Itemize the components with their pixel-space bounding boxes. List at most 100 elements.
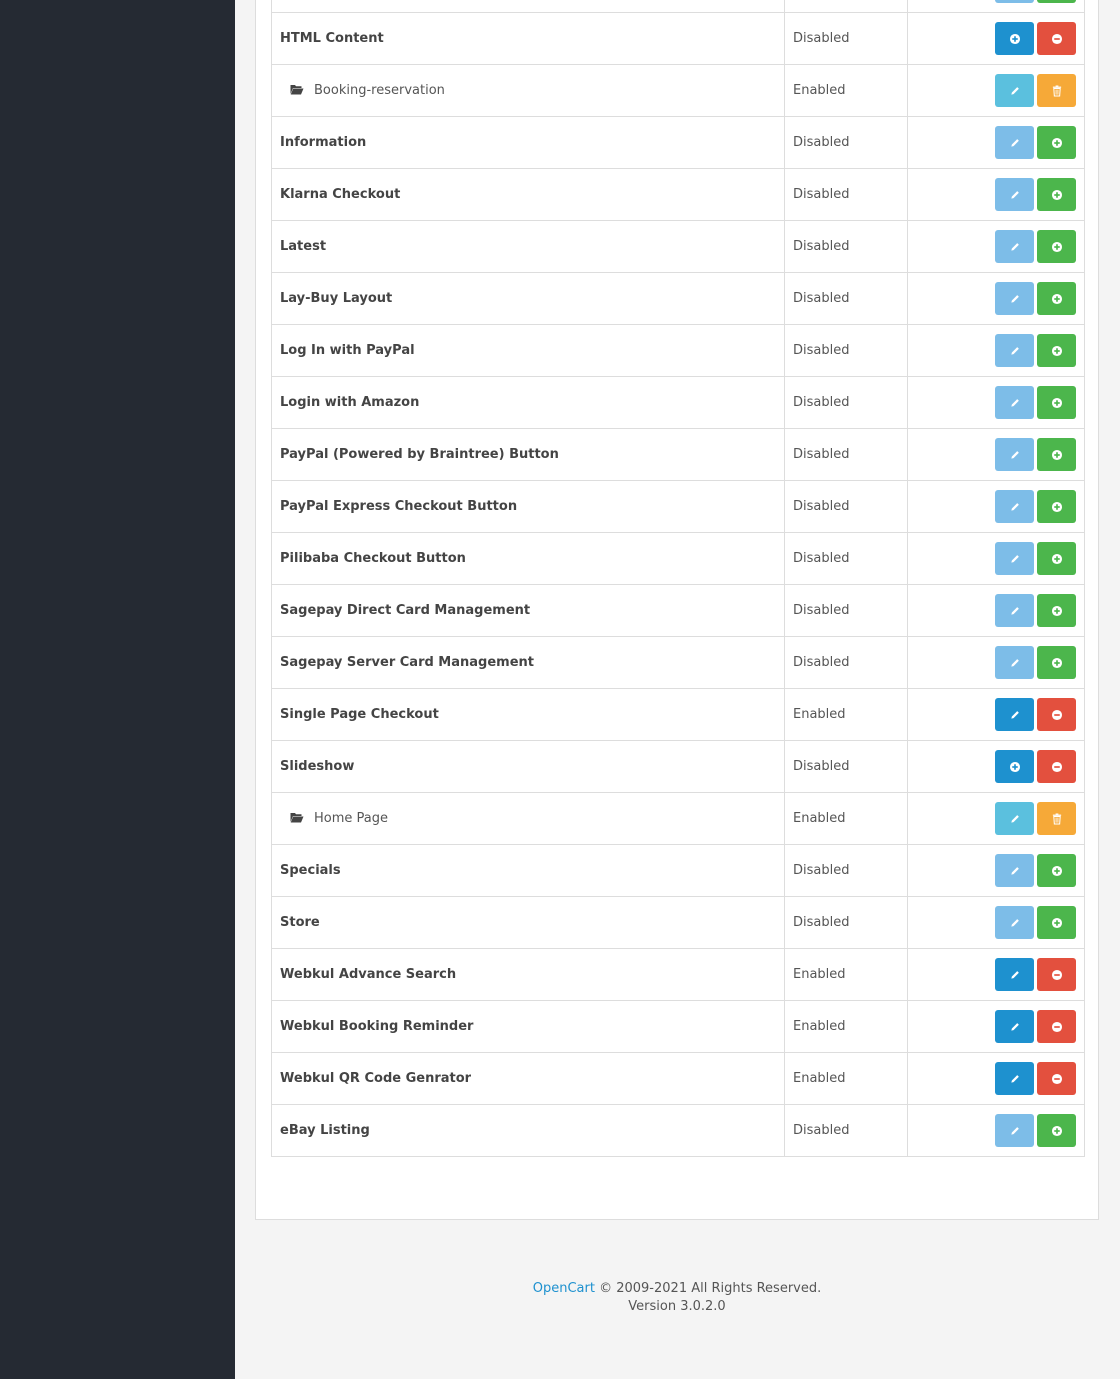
edit-button[interactable] (995, 1010, 1034, 1043)
extension-row: Latest Disabled (271, 220, 1085, 273)
extension-row: HTML Content Disabled (271, 12, 1085, 65)
extension-actions (907, 272, 1085, 325)
edit-button[interactable] (995, 1062, 1034, 1095)
extension-row: Klarna Checkout Disabled (271, 168, 1085, 221)
edit-button[interactable] (995, 854, 1034, 887)
extension-actions (907, 532, 1085, 585)
edit-button[interactable] (995, 698, 1034, 731)
edit-button[interactable] (995, 490, 1034, 523)
edit-button[interactable] (995, 386, 1034, 419)
edit-button[interactable] (995, 0, 1034, 3)
extension-name-cell: Webkul QR Code Genrator (271, 1052, 785, 1105)
add-button[interactable] (1037, 0, 1076, 3)
edit-button[interactable] (995, 646, 1034, 679)
edit-button[interactable] (995, 802, 1034, 835)
uninstall-button[interactable] (1037, 1062, 1076, 1095)
extension-actions (907, 688, 1085, 741)
edit-button[interactable] (995, 594, 1034, 627)
delete-button[interactable] (1037, 74, 1076, 107)
footer: OpenCart © 2009-2021 All Rights Reserved… (255, 1280, 1099, 1316)
add-button[interactable] (1037, 906, 1076, 939)
edit-button[interactable] (995, 542, 1034, 575)
edit-button[interactable] (995, 126, 1034, 159)
edit-button[interactable] (995, 282, 1034, 315)
edit-button[interactable] (995, 906, 1034, 939)
delete-button[interactable] (1037, 802, 1076, 835)
extension-row: Webkul Booking Reminder Enabled (271, 1000, 1085, 1053)
edit-button[interactable] (995, 334, 1034, 367)
extension-status: Disabled (784, 220, 908, 273)
extension-status: Disabled (784, 480, 908, 533)
uninstall-button[interactable] (1037, 698, 1076, 731)
add-button[interactable] (1037, 490, 1076, 523)
uninstall-button[interactable] (1037, 1010, 1076, 1043)
edit-button[interactable] (995, 1114, 1034, 1147)
install-button[interactable] (995, 22, 1034, 55)
extension-name-cell: Webkul Advance Search (271, 948, 785, 1001)
add-button[interactable] (1037, 334, 1076, 367)
add-button[interactable] (1037, 386, 1076, 419)
extension-name-cell: Store (271, 896, 785, 949)
extension-actions (907, 12, 1085, 65)
add-button[interactable] (1037, 282, 1076, 315)
extension-row: Sagepay Direct Card Management Disabled (271, 584, 1085, 637)
add-button[interactable] (1037, 646, 1076, 679)
extension-name: Webkul Advance Search (280, 967, 457, 982)
extension-status: Disabled (784, 116, 908, 169)
add-button[interactable] (1037, 126, 1076, 159)
extension-status: Disabled (784, 376, 908, 429)
add-button[interactable] (1037, 438, 1076, 471)
uninstall-button[interactable] (1037, 22, 1076, 55)
extension-name-cell: Login with Amazon (271, 376, 785, 429)
extension-actions (907, 636, 1085, 689)
extension-actions (907, 844, 1085, 897)
extension-name: Slideshow (280, 759, 355, 774)
extension-actions (907, 792, 1085, 845)
edit-button[interactable] (995, 178, 1034, 211)
extension-status: Disabled (784, 168, 908, 221)
extension-name-cell: Lay-Buy Layout (271, 272, 785, 325)
extension-row: Lay-Buy Layout Disabled (271, 272, 1085, 325)
copyright-text: © 2009-2021 All Rights Reserved. (599, 1281, 822, 1296)
extension-name: Webkul QR Code Genrator (280, 1071, 472, 1086)
uninstall-button[interactable] (1037, 750, 1076, 783)
add-button[interactable] (1037, 230, 1076, 263)
add-button[interactable] (1037, 594, 1076, 627)
extension-name: Webkul Booking Reminder (280, 1019, 474, 1034)
add-button[interactable] (1037, 1114, 1076, 1147)
add-button[interactable] (1037, 854, 1076, 887)
edit-button[interactable] (995, 230, 1034, 263)
extension-name-cell: Latest (271, 220, 785, 273)
extension-name-cell: Home Page (271, 792, 785, 845)
module-instance-row: Home Page Enabled (271, 792, 1085, 845)
extension-name-cell: Webkul Booking Reminder (271, 1000, 785, 1053)
extension-table-wrapper: HTML Content Disabled Booking-reservation E… (271, 0, 1085, 1157)
extension-name: Booking-reservation (314, 83, 445, 98)
extension-name-cell: Booking-reservation (271, 64, 785, 117)
folder-open-icon (290, 84, 304, 95)
edit-button[interactable] (995, 74, 1034, 107)
extension-actions (907, 64, 1085, 117)
extension-name-cell: Slideshow (271, 740, 785, 793)
extension-name: Information (280, 135, 367, 150)
add-button[interactable] (1037, 542, 1076, 575)
add-button[interactable] (1037, 178, 1076, 211)
extension-name: Sagepay Direct Card Management (280, 603, 531, 618)
sidebar (0, 0, 235, 1379)
extension-name: Latest (280, 239, 327, 254)
extension-row: Webkul Advance Search Enabled (271, 948, 1085, 1001)
edit-button[interactable] (995, 438, 1034, 471)
install-button[interactable] (995, 750, 1034, 783)
edit-button[interactable] (995, 958, 1034, 991)
uninstall-button[interactable] (1037, 958, 1076, 991)
extension-name-cell: Pilibaba Checkout Button (271, 532, 785, 585)
extension-name-cell: HTML Content (271, 12, 785, 65)
opencart-link[interactable]: OpenCart (533, 1281, 595, 1296)
extension-row: Store Disabled (271, 896, 1085, 949)
extension-actions (907, 324, 1085, 377)
extension-status: Disabled (784, 636, 908, 689)
extension-status: Disabled (784, 428, 908, 481)
extension-actions (907, 1104, 1085, 1157)
extension-status: Disabled (784, 584, 908, 637)
extension-name-cell: Log In with PayPal (271, 324, 785, 377)
